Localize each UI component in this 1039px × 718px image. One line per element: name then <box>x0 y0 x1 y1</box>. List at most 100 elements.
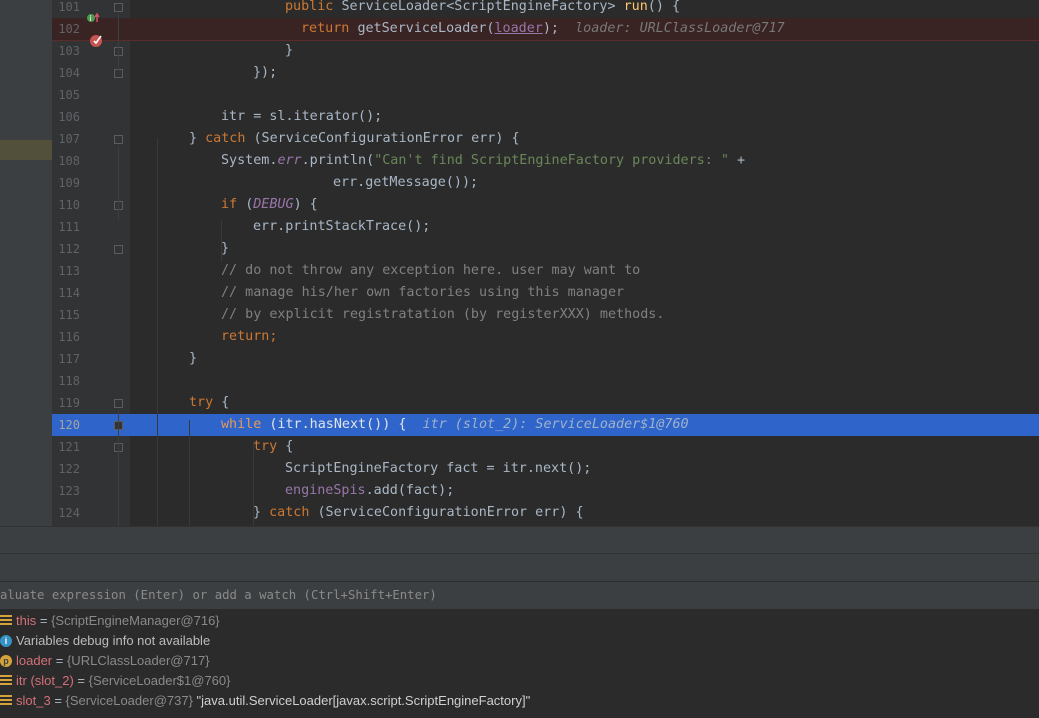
code-line[interactable]: public ServiceLoader<ScriptEngineFactory… <box>285 0 680 18</box>
strip-highlight <box>0 140 52 160</box>
watch-placeholder: aluate expression (Enter) or add a watch… <box>0 588 437 602</box>
variable-name: loader <box>16 653 53 668</box>
fold-toggle-icon[interactable] <box>114 399 123 408</box>
variable-text: Variables debug info not available <box>16 631 210 651</box>
line-number[interactable]: 120 <box>52 414 80 436</box>
code-line[interactable]: if (DEBUG) { <box>221 194 318 216</box>
variable-text: itr (slot_2) = {ServiceLoader$1@760} <box>16 671 230 691</box>
code-line[interactable]: return getServiceLoader(loader); loader:… <box>301 18 785 40</box>
line-number[interactable]: 104 <box>52 62 80 84</box>
code-token: () { <box>647 0 681 14</box>
line-number[interactable]: 107 <box>52 128 80 150</box>
tool-window-strip <box>0 0 52 526</box>
code-line[interactable]: itr = sl.iterator(); <box>221 106 382 128</box>
code-token: } <box>189 131 206 146</box>
code-line[interactable]: } <box>285 40 293 62</box>
code-line[interactable]: } catch (ServiceConfigurationError err) … <box>253 502 584 524</box>
fold-toggle-icon[interactable] <box>114 245 123 254</box>
variable-value: Variables debug info not available <box>16 633 211 648</box>
code-line[interactable]: try { <box>189 392 229 414</box>
watch-expression-input[interactable]: aluate expression (Enter) or add a watch… <box>0 581 1039 610</box>
variable-text: this = {ScriptEngineManager@716} <box>16 611 220 631</box>
variable-type: {ServiceLoader$1@760} <box>88 673 231 688</box>
line-number[interactable]: 113 <box>52 260 80 282</box>
frames-toolbar <box>0 553 1039 581</box>
breakpoint-icon[interactable] <box>89 33 105 49</box>
code-token: .println( <box>301 153 375 168</box>
variable-eq: = <box>50 693 66 708</box>
code-line[interactable]: // manage his/her own factories using th… <box>221 282 624 304</box>
code-token: catch <box>269 505 318 520</box>
line-number[interactable]: 111 <box>52 216 80 238</box>
code-token: } <box>285 43 294 58</box>
field-icon <box>0 675 12 687</box>
code-line[interactable]: engineSpis.add(fact); <box>285 480 454 502</box>
code-line[interactable]: } <box>221 238 229 260</box>
svg-text:i: i <box>90 14 92 23</box>
line-number[interactable]: 119 <box>52 392 80 414</box>
line-number[interactable]: 103 <box>52 40 80 62</box>
code-line[interactable]: // by explicit registratation (by regist… <box>221 304 664 326</box>
line-number[interactable]: 102 <box>52 18 80 40</box>
code-line[interactable]: err.getMessage()); <box>333 172 478 194</box>
fold-toggle-icon[interactable] <box>114 69 123 78</box>
fold-toggle-icon[interactable] <box>114 135 123 144</box>
code-token: } <box>221 241 230 256</box>
line-number[interactable]: 117 <box>52 348 80 370</box>
variables-panel: this = {ScriptEngineManager@716} i Variabl… <box>0 609 1039 718</box>
code-line[interactable]: err.printStackTrace(); <box>253 216 430 238</box>
line-number[interactable]: 118 <box>52 370 80 392</box>
line-number[interactable]: 101 <box>52 0 80 18</box>
inline-debug-value: loader: URLClassLoader@717 <box>575 21 785 36</box>
indent-guide <box>253 442 254 526</box>
code-token: ServiceLoader<ScriptEngineFactory> <box>341 0 624 14</box>
variable-name: this <box>16 613 37 628</box>
code-line[interactable]: // do not throw any exception here. user… <box>221 260 640 282</box>
code-token: ) { <box>293 197 318 212</box>
implements-override-icon[interactable]: i <box>86 12 102 26</box>
line-number[interactable]: 112 <box>52 238 80 260</box>
code-token: catch <box>205 131 254 146</box>
variable-type: {URLClassLoader@717} <box>66 653 210 668</box>
line-number[interactable]: 123 <box>52 480 80 502</box>
line-number[interactable]: 122 <box>52 458 80 480</box>
code-token: { <box>221 395 230 410</box>
code-token: err.printStackTrace(); <box>253 219 431 234</box>
line-number[interactable]: 124 <box>52 502 80 524</box>
code-token: + <box>728 153 746 168</box>
code-token: .add(fact); <box>365 483 455 498</box>
code-token: ScriptEngineFactory fact = itr.next(); <box>285 461 592 476</box>
line-number[interactable]: 105 <box>52 84 80 106</box>
line-number[interactable]: 114 <box>52 282 80 304</box>
indent-guide <box>157 138 158 526</box>
code-line[interactable]: } catch (ServiceConfigurationError err) … <box>189 128 520 150</box>
code-token: "Can't find ScriptEngineFactory provider… <box>374 153 729 168</box>
code-token: public <box>285 0 342 14</box>
variable-value: "java.util.ServiceLoader[javax.script.Sc… <box>192 693 531 708</box>
code-token: (ServiceConfigurationError err) { <box>253 131 520 146</box>
fold-toggle-icon[interactable] <box>114 3 123 12</box>
code-line[interactable]: } <box>189 348 197 370</box>
code-token: } <box>253 505 270 520</box>
code-line[interactable]: try { <box>253 436 293 458</box>
code-line[interactable]: while (itr.hasNext()) { itr (slot_2): Se… <box>221 414 689 436</box>
line-number[interactable]: 121 <box>52 436 80 458</box>
debugger-toolbar <box>0 526 1039 554</box>
code-line[interactable]: ScriptEngineFactory fact = itr.next(); <box>285 458 591 480</box>
code-line[interactable]: return; <box>221 326 277 348</box>
code-line[interactable]: }); <box>253 62 277 84</box>
line-number[interactable]: 108 <box>52 150 80 172</box>
variable-text: loader = {URLClassLoader@717} <box>16 651 210 671</box>
line-number[interactable]: 115 <box>52 304 80 326</box>
line-number[interactable]: 109 <box>52 172 80 194</box>
code-line[interactable]: System.err.println("Can't find ScriptEng… <box>221 150 745 172</box>
code-token: engineSpis <box>285 483 366 498</box>
line-number[interactable]: 110 <box>52 194 80 216</box>
code-token: itr = sl.iterator(); <box>221 109 383 124</box>
code-token: try <box>189 395 222 410</box>
line-number[interactable]: 106 <box>52 106 80 128</box>
code-token: return; <box>221 329 278 344</box>
code-token: (itr.hasNext()) { <box>269 417 423 432</box>
line-number[interactable]: 116 <box>52 326 80 348</box>
variable-type: {ServiceLoader@737} <box>65 693 193 708</box>
